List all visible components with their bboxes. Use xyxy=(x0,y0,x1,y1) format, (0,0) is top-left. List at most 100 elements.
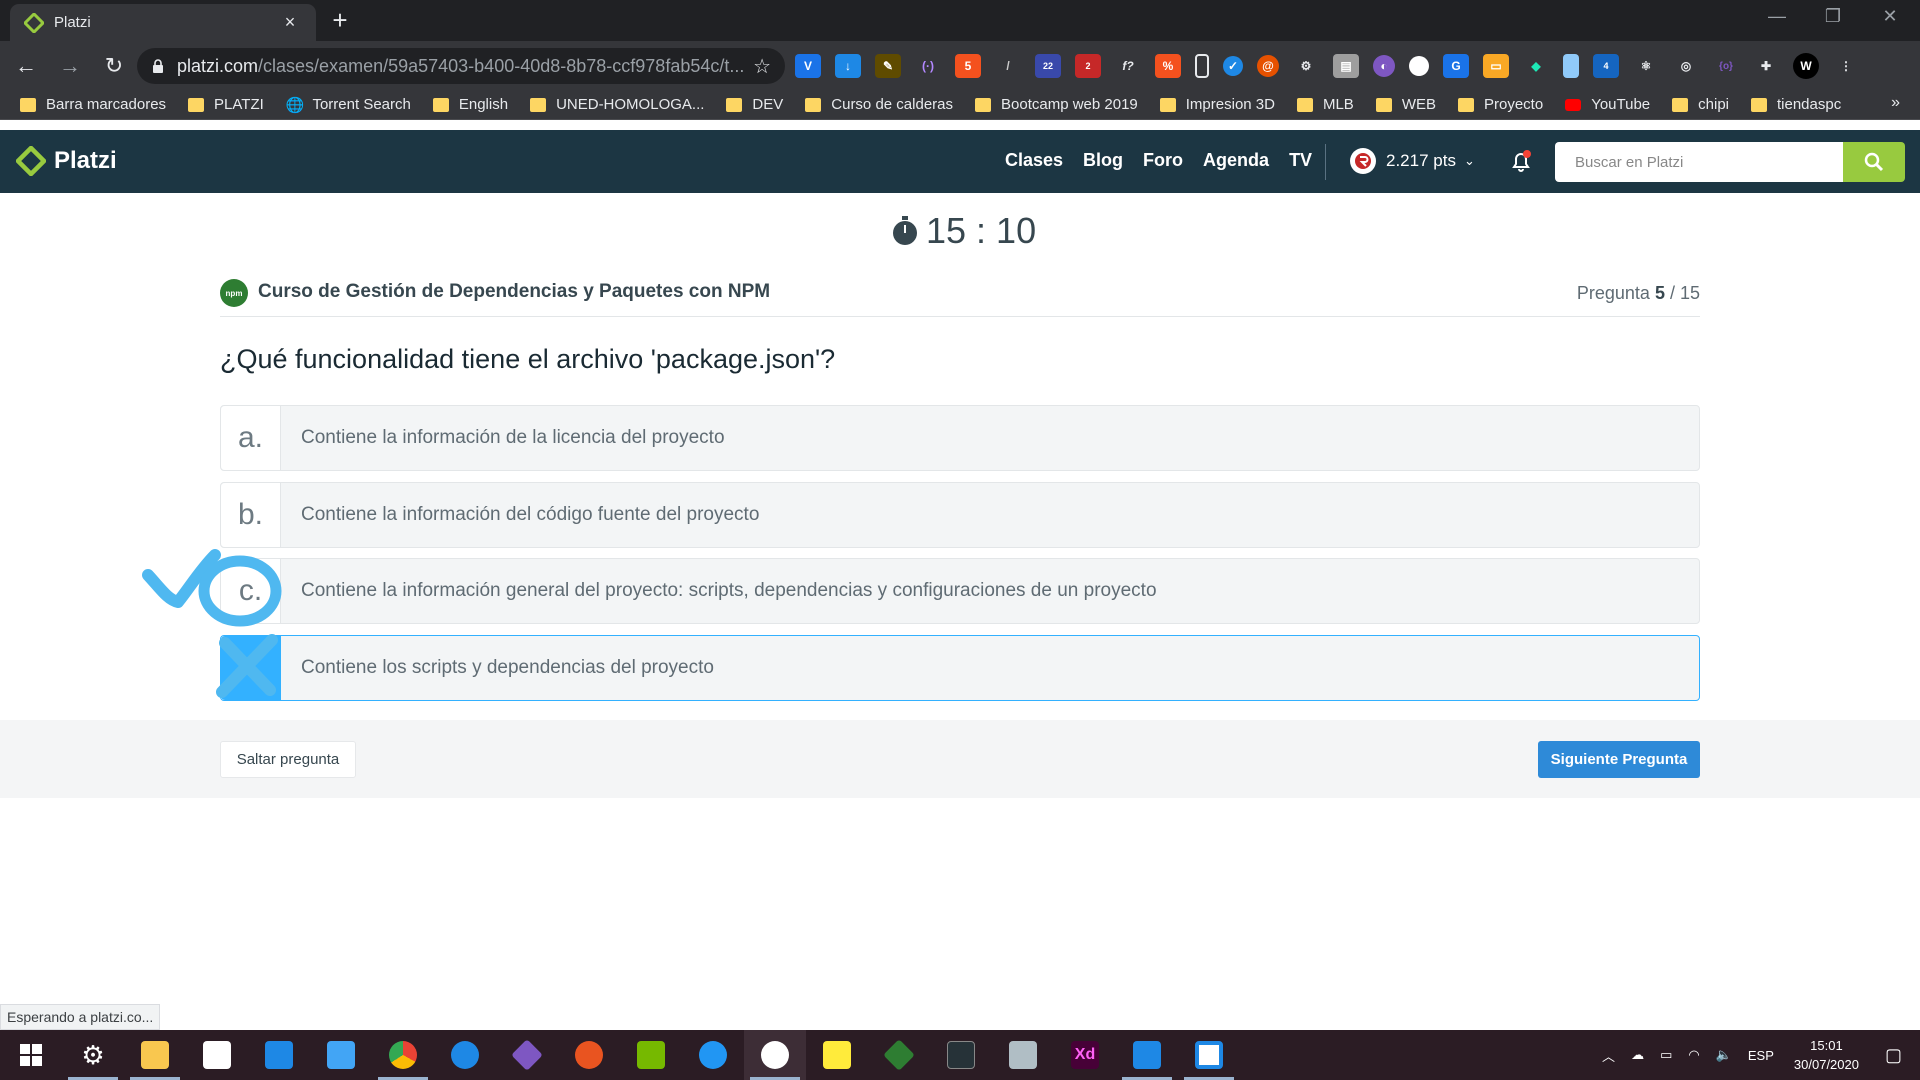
bookmark-item[interactable]: WEB xyxy=(1375,96,1436,113)
mail-app-icon[interactable] xyxy=(248,1030,310,1080)
bookmark-item[interactable]: Bootcamp web 2019 xyxy=(975,96,1138,113)
onedrive-cloud-icon[interactable]: ☁ xyxy=(1631,1047,1644,1063)
extension-pen-icon[interactable]: / xyxy=(995,54,1021,78)
platzi-logo[interactable]: Platzi xyxy=(16,146,117,176)
file-explorer-icon[interactable] xyxy=(124,1030,186,1080)
forward-icon[interactable]: → xyxy=(52,48,88,84)
battery-icon[interactable]: ▭ xyxy=(1660,1047,1672,1063)
extension-download-icon[interactable]: ↓ xyxy=(835,54,861,78)
sticky-notes-icon[interactable] xyxy=(806,1030,868,1080)
bookmark-item[interactable]: PLATZI xyxy=(188,96,264,113)
nav-tv[interactable]: TV xyxy=(1289,150,1312,171)
nav-clases[interactable]: Clases xyxy=(1005,150,1063,171)
extension-print-icon[interactable]: ▤ xyxy=(1333,54,1359,78)
extension-color-icon[interactable]: ◐ xyxy=(1373,55,1395,77)
browser-tab[interactable]: Platzi × xyxy=(10,4,316,41)
nav-agenda[interactable]: Agenda xyxy=(1203,150,1269,171)
nav-foro[interactable]: Foro xyxy=(1143,150,1183,171)
extension-html-icon[interactable]: 5 xyxy=(955,54,981,78)
bookmark-item[interactable]: Barra marcadores xyxy=(20,96,166,113)
extensions-puzzle-icon[interactable]: ✚ xyxy=(1753,54,1779,78)
bookmark-item[interactable]: tiendaspc xyxy=(1751,96,1841,113)
close-window-icon[interactable]: ✕ xyxy=(1870,6,1910,27)
settings-app-icon[interactable]: ⚙ xyxy=(62,1030,124,1080)
firefox-app-icon[interactable] xyxy=(434,1030,496,1080)
contacts-app-icon[interactable] xyxy=(310,1030,372,1080)
bookmark-item[interactable]: YouTube xyxy=(1565,96,1650,113)
answer-option-c[interactable]: c. Contiene la información general del p… xyxy=(220,558,1700,624)
extension-translate-icon[interactable]: G xyxy=(1443,54,1469,78)
restore-icon[interactable]: ❐ xyxy=(1813,6,1853,27)
extension-spiral-icon[interactable]: @ xyxy=(1257,55,1279,77)
wifi-icon[interactable]: ◠ xyxy=(1688,1047,1699,1063)
notifications-bell-icon[interactable] xyxy=(1508,148,1534,179)
bookmark-item[interactable]: Proyecto xyxy=(1457,96,1543,113)
answer-option-a[interactable]: a. Contiene la información de la licenci… xyxy=(220,405,1700,471)
tab-close-icon[interactable]: × xyxy=(278,12,302,33)
volume-icon[interactable]: 🔈 xyxy=(1716,1047,1732,1063)
clock[interactable]: 15:01 30/07/2020 xyxy=(1794,1036,1859,1074)
extension-circle-icon[interactable] xyxy=(1409,56,1429,76)
extension-device-icon[interactable] xyxy=(1195,54,1209,78)
bookmark-item[interactable]: English xyxy=(432,96,508,113)
next-question-button[interactable]: Siguiente Pregunta xyxy=(1538,741,1700,778)
back-icon[interactable]: ← xyxy=(8,48,44,84)
sourcetree-app-icon[interactable] xyxy=(868,1030,930,1080)
messenger-app-icon[interactable] xyxy=(682,1030,744,1080)
extension-badge-22-icon[interactable]: 22 xyxy=(1035,54,1061,78)
extension-react-icon[interactable]: ⚛ xyxy=(1633,54,1659,78)
extension-v-icon[interactable]: V xyxy=(795,54,821,78)
chrome-app-icon[interactable] xyxy=(372,1030,434,1080)
screen-capture-app-icon[interactable] xyxy=(1178,1030,1240,1080)
git-app-icon[interactable] xyxy=(496,1030,558,1080)
bookmark-item[interactable]: Curso de calderas xyxy=(805,96,953,113)
bookmark-item[interactable]: Impresion 3D xyxy=(1159,96,1275,113)
profile-avatar[interactable]: W xyxy=(1793,53,1819,79)
tray-chevron-up-icon[interactable]: ︿ xyxy=(1602,1046,1615,1065)
bookmark-star-icon[interactable]: ☆ xyxy=(753,54,771,79)
ubuntu-app-icon[interactable] xyxy=(558,1030,620,1080)
search-button[interactable] xyxy=(1843,142,1905,182)
new-tab-button[interactable]: + xyxy=(325,6,355,36)
start-button[interactable] xyxy=(0,1030,62,1080)
browser-menu-icon[interactable]: ⋮ xyxy=(1833,54,1859,78)
extension-wave-icon[interactable]: (·) xyxy=(915,54,941,78)
language-indicator[interactable]: ESP xyxy=(1748,1048,1774,1063)
extension-percent-icon[interactable]: % xyxy=(1155,54,1181,78)
extension-braces-icon[interactable]: {o} xyxy=(1713,54,1739,78)
extension-fx-icon[interactable]: f? xyxy=(1115,54,1141,78)
bookmarks-overflow-icon[interactable]: » xyxy=(1891,94,1900,112)
extension-doc-icon[interactable] xyxy=(1563,54,1579,78)
extension-css-icon[interactable]: ✎ xyxy=(875,54,901,78)
action-center-icon[interactable]: ▢ xyxy=(1885,1045,1902,1066)
extension-abp-icon[interactable]: 2 xyxy=(1075,54,1101,78)
extension-code-icon[interactable]: 4 xyxy=(1593,54,1619,78)
skip-question-button[interactable]: Saltar pregunta xyxy=(220,741,356,778)
printer-app-icon[interactable] xyxy=(992,1030,1054,1080)
bookmark-item[interactable]: 🌐 Torrent Search xyxy=(286,96,411,114)
extension-target-icon[interactable]: ◎ xyxy=(1673,54,1699,78)
adobe-xd-icon[interactable]: Xd xyxy=(1054,1030,1116,1080)
terminal-app-icon[interactable] xyxy=(930,1030,992,1080)
bookmark-item[interactable]: chipi xyxy=(1672,96,1729,113)
minimize-icon[interactable]: — xyxy=(1757,6,1797,27)
reload-icon[interactable]: ↻ xyxy=(96,48,132,84)
nav-blog[interactable]: Blog xyxy=(1083,150,1123,171)
address-bar[interactable]: platzi.com/clases/examen/59a57403-b400-4… xyxy=(137,48,785,84)
photos-app-icon[interactable] xyxy=(744,1030,806,1080)
vscode-app-icon[interactable] xyxy=(1116,1030,1178,1080)
answer-option-b[interactable]: b. Contiene la información del código fu… xyxy=(220,482,1700,548)
store-app-icon[interactable] xyxy=(186,1030,248,1080)
extension-gear-icon[interactable]: ⚙ xyxy=(1293,54,1319,78)
extension-vue-icon[interactable]: ◆ xyxy=(1523,54,1549,78)
points-dropdown[interactable]: 2.217 pts ⌄ xyxy=(1350,148,1475,174)
extension-check-icon[interactable]: ✓ xyxy=(1223,56,1243,76)
extension-folder-icon[interactable]: ▭ xyxy=(1483,54,1509,78)
bookmark-item[interactable]: DEV xyxy=(726,96,783,113)
bookmark-item[interactable]: MLB xyxy=(1296,96,1354,113)
answer-option-d[interactable]: Contiene los scripts y dependencias del … xyxy=(220,635,1700,701)
bookmark-item[interactable]: UNED-HOMOLOGA... xyxy=(530,96,704,113)
nvidia-app-icon[interactable] xyxy=(620,1030,682,1080)
user-badge-icon xyxy=(1350,148,1376,174)
search-input[interactable] xyxy=(1555,142,1843,182)
